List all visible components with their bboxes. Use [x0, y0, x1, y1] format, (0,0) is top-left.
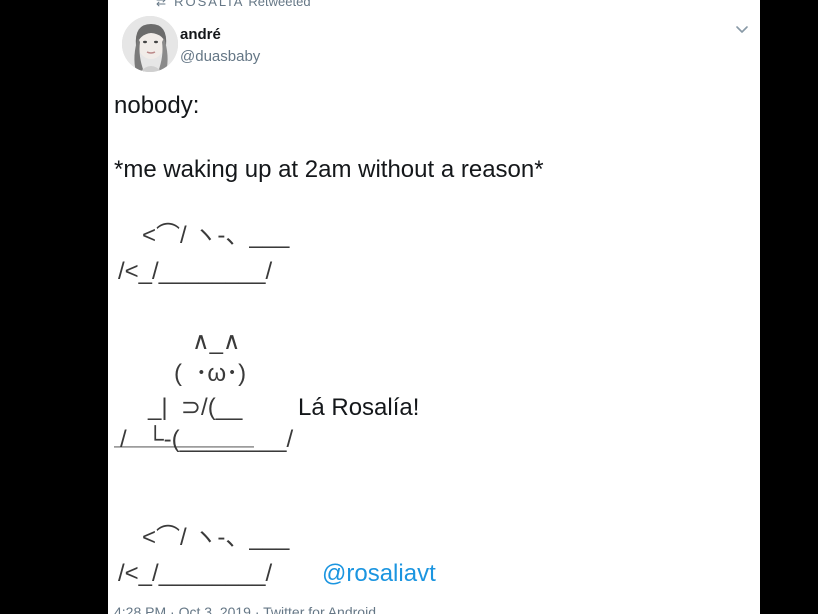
ascii-art-cat-face: ( ･ω･)	[174, 360, 247, 387]
tweet-card: ⇄ ROSALÍA Retweeted andré @duasbaby nobody…	[108, 0, 760, 614]
tweet-line-nobody: nobody:	[114, 92, 200, 119]
avatar[interactable]	[122, 16, 178, 72]
retweet-label: Retweeted	[248, 0, 311, 9]
ascii-art-cat-body: _| ⊃/(__	[148, 394, 243, 421]
ascii-art-bottom-2: /<_/________/	[118, 560, 273, 587]
author-handle[interactable]: @duasbaby	[180, 48, 260, 65]
avatar-image	[122, 16, 178, 72]
retweet-icon: ⇄	[156, 0, 167, 9]
ascii-art-floor: ￣￣￣￣￣￣￣	[114, 447, 254, 469]
ascii-art-bottom-1: <⌒/ ヽ-、___	[142, 524, 290, 551]
retweeter-name[interactable]: ROSALÍA	[174, 0, 244, 9]
ascii-art-cat-text: Lá Rosalía!	[298, 394, 420, 421]
chevron-down-icon[interactable]	[734, 22, 750, 38]
author-name[interactable]: andré	[180, 26, 221, 43]
tweet-footer: 4:28 PM · Oct 3, 2019 · Twitter for Andr…	[114, 604, 376, 614]
mention-link[interactable]: @rosaliavt	[322, 556, 436, 592]
ascii-art-top-1: <⌒/ ヽ-、___	[142, 222, 290, 249]
ascii-art-top-2: /<_/________/	[118, 258, 273, 285]
retweet-indicator: ⇄ ROSALÍA Retweeted	[156, 0, 311, 9]
tweet-line-waking: *me waking up at 2am without a reason*	[114, 156, 544, 183]
ascii-art-cat-ears: ∧_∧	[192, 328, 241, 355]
